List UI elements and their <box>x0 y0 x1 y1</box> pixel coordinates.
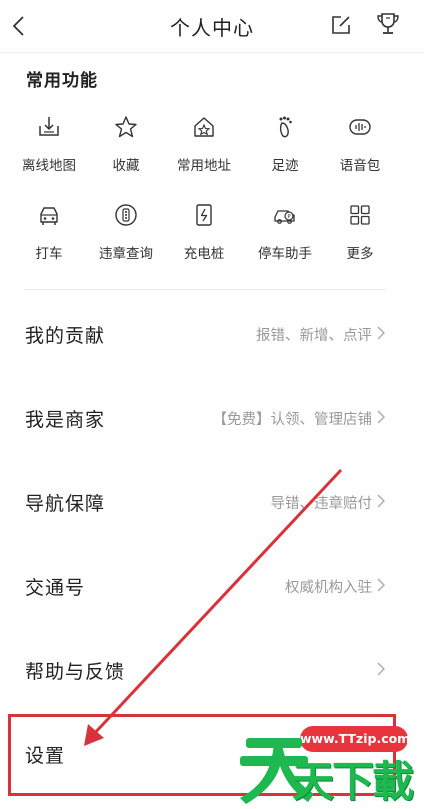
chevron-right-icon <box>377 410 385 424</box>
grid-label: 常用地址 <box>177 158 231 173</box>
row-label: 我的贡献 <box>25 326 106 347</box>
row-label: 导航保障 <box>25 494 106 515</box>
chevron-right-icon <box>377 662 385 676</box>
row-label: 我是商家 <box>25 410 106 431</box>
grid-item-parking-assistant[interactable]: P 停车助手 <box>243 194 327 266</box>
section-title-common: 常用功能 <box>26 71 98 90</box>
grid-label: 离线地图 <box>22 158 76 173</box>
row-label: 交通号 <box>25 578 86 599</box>
row-hint: 【免费】认领、管理店铺 <box>212 412 373 428</box>
chevron-right-icon <box>377 578 385 592</box>
row-help-feedback[interactable]: 帮助与反馈 <box>0 628 424 712</box>
chevron-right-icon <box>377 326 385 340</box>
section-divider <box>24 289 386 290</box>
page-title: 个人中心 <box>170 18 254 40</box>
grid-item-voice-pack[interactable]: 语音包 <box>318 106 402 178</box>
edit-icon[interactable] <box>328 12 354 38</box>
taxi-icon <box>40 207 58 225</box>
violation-query-icon <box>115 204 137 226</box>
charging-pile-icon <box>196 204 212 226</box>
grid-label: 打车 <box>35 246 63 261</box>
watermark-text: 天下載 <box>292 757 414 806</box>
grid-item-violation-query[interactable]: 违章查询 <box>84 194 168 266</box>
grid-more-icon <box>350 205 370 225</box>
grid-label: 收藏 <box>112 158 140 173</box>
offline-map-icon <box>39 117 59 136</box>
grid-item-common-address[interactable]: 常用地址 <box>162 106 246 178</box>
trophy-icon[interactable] <box>375 10 401 38</box>
footprint-icon <box>279 116 292 138</box>
grid-item-more[interactable]: 更多 <box>318 194 402 266</box>
top-bar: 个人中心 <box>0 0 424 53</box>
parking-assistant-icon: P <box>274 210 295 224</box>
grid-label: 更多 <box>346 246 374 261</box>
home-star-icon <box>194 117 214 137</box>
row-label: 帮助与反馈 <box>25 662 126 683</box>
row-merchant[interactable]: 我是商家 【免费】认领、管理店铺 <box>0 376 424 460</box>
grid-item-charging-pile[interactable]: 充电桩 <box>162 194 246 266</box>
chevron-right-icon <box>377 494 385 508</box>
row-hint: 报错、新增、点评 <box>256 328 372 344</box>
grid-label: 充电桩 <box>183 246 225 261</box>
grid-label: 语音包 <box>339 158 381 173</box>
grid-item-offline-map[interactable]: 离线地图 <box>7 106 91 178</box>
grid-label: 违章查询 <box>99 246 153 261</box>
grid-label: 足迹 <box>271 158 299 173</box>
voice-pack-icon <box>349 119 371 135</box>
row-hint: 权威机构入驻 <box>285 580 372 596</box>
row-my-contribution[interactable]: 我的贡献 报错、新增、点评 <box>0 292 424 376</box>
star-icon <box>115 116 137 138</box>
row-traffic-account[interactable]: 交通号 权威机构入驻 <box>0 544 424 628</box>
grid-item-taxi[interactable]: 打车 <box>7 194 91 266</box>
grid-item-favorites[interactable]: 收藏 <box>84 106 168 178</box>
grid-item-footprint[interactable]: 足迹 <box>243 106 327 178</box>
grid-label: 停车助手 <box>258 246 312 261</box>
row-navigation-guarantee[interactable]: 导航保障 导错、违章赔付 <box>0 460 424 544</box>
row-hint: 导错、违章赔付 <box>270 496 373 512</box>
